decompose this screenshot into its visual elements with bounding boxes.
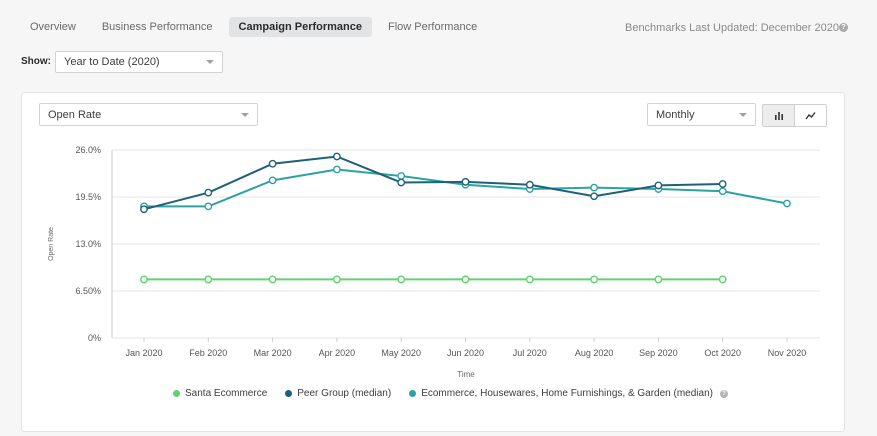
data-point bbox=[204, 202, 213, 211]
data-point bbox=[332, 152, 341, 161]
y-axis-label: Open Rate bbox=[48, 227, 55, 261]
legend-label: Peer Group (median) bbox=[297, 388, 392, 399]
data-point bbox=[718, 180, 727, 188]
x-tick-label: May 2020 bbox=[381, 348, 421, 358]
legend-item[interactable]: Ecommerce, Housewares, Home Furnishings,… bbox=[409, 388, 728, 399]
x-tick-label: Jun 2020 bbox=[447, 348, 484, 358]
x-tick-label: Jul 2020 bbox=[513, 348, 547, 358]
x-tick-label: Jan 2020 bbox=[125, 348, 162, 358]
data-point bbox=[268, 275, 277, 284]
data-point bbox=[461, 275, 470, 284]
data-point bbox=[461, 177, 470, 186]
legend-item[interactable]: Peer Group (median) bbox=[285, 388, 391, 399]
data-point bbox=[397, 275, 406, 284]
x-tick-label: Sep 2020 bbox=[639, 348, 678, 358]
data-point bbox=[204, 275, 213, 284]
data-point bbox=[140, 205, 148, 214]
help-icon[interactable]: ? bbox=[719, 389, 728, 398]
data-point bbox=[654, 275, 663, 284]
series-line bbox=[143, 155, 723, 211]
x-tick-label: Feb 2020 bbox=[189, 348, 227, 358]
data-point bbox=[783, 199, 791, 208]
legend-swatch bbox=[173, 390, 180, 397]
legend-swatch bbox=[409, 390, 417, 397]
chart-legend: Santa Ecommerce Peer Group (median) Ecomme… bbox=[0, 388, 877, 399]
data-point bbox=[332, 165, 341, 174]
line-chart: 0% 6.50% 13.0% 19.5% 26.0% Jan 2020 Feb 2020 Ma… bbox=[48, 145, 820, 379]
data-point bbox=[268, 159, 277, 168]
data-point bbox=[525, 180, 534, 189]
data-point bbox=[332, 275, 341, 284]
x-tick-label: Nov 2020 bbox=[768, 348, 807, 358]
x-tick-label: Aug 2020 bbox=[575, 348, 614, 358]
data-point bbox=[204, 188, 213, 197]
data-point bbox=[397, 172, 406, 180]
legend-label: Ecommerce, Housewares, Home Furnishings,… bbox=[421, 388, 713, 399]
y-tick-label: 26.0% bbox=[75, 145, 101, 155]
y-tick-label: 6.50% bbox=[75, 286, 101, 296]
legend-item[interactable]: Santa Ecommerce bbox=[173, 388, 267, 399]
x-tick-label: Mar 2020 bbox=[254, 348, 292, 358]
y-tick-label: 13.0% bbox=[75, 239, 101, 249]
y-tick-label: 0% bbox=[88, 333, 101, 343]
data-point bbox=[590, 192, 598, 201]
data-point bbox=[397, 178, 406, 187]
data-point bbox=[718, 187, 727, 196]
data-point bbox=[590, 183, 598, 192]
data-point bbox=[718, 275, 727, 284]
y-tick-label: 19.5% bbox=[75, 192, 101, 202]
data-point bbox=[590, 275, 598, 284]
data-point bbox=[268, 176, 277, 185]
x-tick-label: Apr 2020 bbox=[319, 348, 356, 358]
data-point bbox=[140, 275, 148, 284]
data-point bbox=[654, 181, 663, 190]
x-axis-label: Time bbox=[457, 370, 475, 379]
data-point bbox=[525, 275, 534, 284]
legend-swatch bbox=[285, 390, 293, 397]
x-tick-label: Oct 2020 bbox=[704, 348, 741, 358]
legend-label: Santa Ecommerce bbox=[185, 388, 268, 399]
